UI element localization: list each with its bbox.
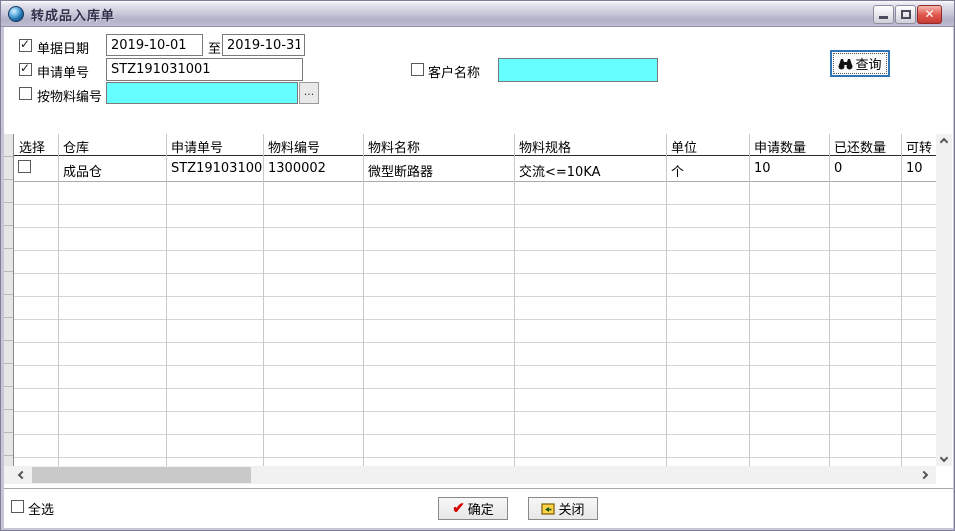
table-row[interactable]: 成品仓 STZ191031001 1300002 微型断路器 交流<=10KA … xyxy=(4,156,936,182)
material-no-input[interactable] xyxy=(106,82,298,104)
chevron-down-icon xyxy=(940,454,948,462)
scroll-up-button[interactable] xyxy=(936,134,952,150)
close-dialog-button[interactable]: 关闭 xyxy=(528,497,598,520)
minimize-icon xyxy=(879,16,888,19)
select-all-label: 全选 xyxy=(28,499,54,518)
customer-checkbox[interactable] xyxy=(411,63,424,76)
cell-qty-transferable: 10 xyxy=(901,156,936,181)
grid-indicator-column xyxy=(4,134,14,466)
cell-warehouse: 成品仓 xyxy=(58,156,166,181)
col-header-qty-transferable[interactable]: 可转 xyxy=(901,134,936,155)
cell-material-no: 1300002 xyxy=(263,156,363,181)
maximize-button[interactable] xyxy=(895,5,916,24)
chevron-right-icon xyxy=(920,471,928,479)
cell-material-name: 微型断路器 xyxy=(363,156,514,181)
request-no-input[interactable] xyxy=(106,58,303,81)
col-header-unit[interactable]: 单位 xyxy=(666,134,749,155)
customer-input[interactable] xyxy=(498,58,658,82)
cell-unit: 个 xyxy=(666,156,749,181)
close-button[interactable]: ✕ xyxy=(917,5,942,24)
query-button[interactable]: 查询 xyxy=(830,50,890,77)
col-header-material-no[interactable]: 物料编号 xyxy=(263,134,363,155)
date-filter-label: 单据日期 xyxy=(37,38,89,57)
cell-request-no: STZ191031001 xyxy=(166,156,263,181)
maximize-icon xyxy=(901,10,911,19)
date-filter-checkbox[interactable] xyxy=(19,39,32,52)
chevron-left-icon xyxy=(18,471,26,479)
grid-empty-rows xyxy=(4,182,936,466)
client-area: 单据日期 至 申请单号 按物料编号 ... 客户名称 查询 选择 xyxy=(4,27,953,528)
col-header-qty-requested[interactable]: 申请数量 xyxy=(749,134,829,155)
close-icon: ✕ xyxy=(924,7,934,21)
col-header-qty-returned[interactable]: 已还数量 xyxy=(829,134,901,155)
cell-spec: 交流<=10KA xyxy=(514,156,666,181)
chevron-up-icon xyxy=(940,138,948,146)
scroll-right-button[interactable] xyxy=(914,466,934,484)
material-browse-button[interactable]: ... xyxy=(299,82,319,104)
dialog-window: 转成品入库单 ✕ 单据日期 至 申请单号 按物料编号 ... 客户名称 xyxy=(0,0,955,531)
horizontal-scrollbar-thumb[interactable] xyxy=(32,467,251,483)
close-dialog-button-label: 关闭 xyxy=(558,499,584,518)
col-header-warehouse[interactable]: 仓库 xyxy=(58,134,166,155)
cell-qty-returned: 0 xyxy=(829,156,901,181)
window-title: 转成品入库单 xyxy=(31,5,115,24)
binoculars-icon xyxy=(838,58,853,70)
vertical-scrollbar[interactable] xyxy=(936,134,952,466)
minimize-button[interactable] xyxy=(873,5,894,24)
material-no-label: 按物料编号 xyxy=(37,86,102,105)
exit-folder-icon xyxy=(541,503,555,515)
request-no-label: 申请单号 xyxy=(37,62,89,81)
request-no-checkbox[interactable] xyxy=(19,63,32,76)
material-no-checkbox[interactable] xyxy=(19,87,32,100)
date-to-input[interactable] xyxy=(222,34,305,56)
col-header-select[interactable]: 选择 xyxy=(14,134,58,155)
scroll-left-button[interactable] xyxy=(12,466,32,484)
col-header-material-name[interactable]: 物料名称 xyxy=(363,134,514,155)
select-all-checkbox[interactable] xyxy=(11,500,24,513)
titlebar[interactable]: 转成品入库单 ✕ xyxy=(1,1,955,27)
horizontal-scrollbar[interactable] xyxy=(4,466,936,484)
col-header-request-no[interactable]: 申请单号 xyxy=(166,134,263,155)
cell-qty-requested: 10 xyxy=(749,156,829,181)
row-select-checkbox[interactable] xyxy=(18,160,31,173)
date-from-input[interactable] xyxy=(106,34,203,56)
grid-header: 选择 仓库 申请单号 物料编号 物料名称 物料规格 单位 申请数量 已还数量 可… xyxy=(4,134,936,156)
query-button-label: 查询 xyxy=(855,54,881,73)
customer-label: 客户名称 xyxy=(428,62,480,81)
footer-divider xyxy=(4,488,953,489)
col-header-spec[interactable]: 物料规格 xyxy=(514,134,666,155)
ok-button[interactable]: ✔ 确定 xyxy=(438,497,508,520)
date-to-label: 至 xyxy=(208,38,221,57)
ok-button-label: 确定 xyxy=(468,499,494,518)
globe-icon xyxy=(8,6,24,22)
red-check-icon: ✔ xyxy=(452,504,465,514)
scroll-down-button[interactable] xyxy=(936,450,952,466)
